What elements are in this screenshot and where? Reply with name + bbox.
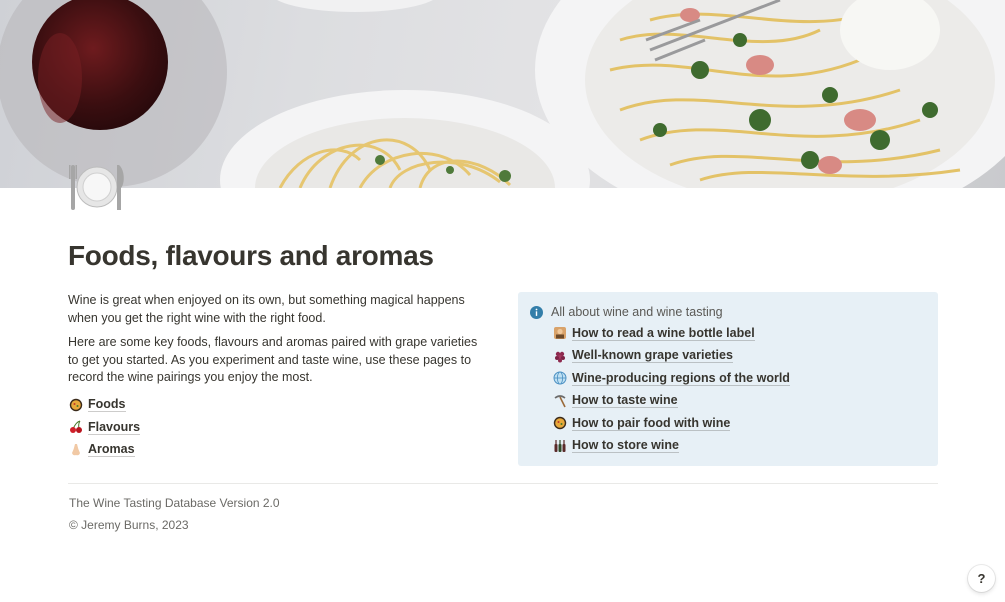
intro-section: Wine is great when enjoyed on its own, b… bbox=[68, 292, 488, 461]
link-label[interactable]: How to taste wine bbox=[572, 393, 678, 409]
info-icon bbox=[530, 305, 543, 319]
link-taste-wine[interactable]: How to taste wine bbox=[552, 390, 926, 413]
link-label[interactable]: Well-known grape varieties bbox=[572, 348, 733, 364]
fork-knife-plate-icon[interactable] bbox=[67, 160, 127, 212]
footer-version: The Wine Tasting Database Version 2.0 bbox=[69, 496, 280, 510]
paella-pan-icon bbox=[68, 397, 83, 412]
link-grape-varieties[interactable]: Well-known grape varieties bbox=[552, 345, 926, 368]
paella-pan-icon bbox=[552, 416, 567, 431]
intro-paragraph-2: Here are some key foods, flavours and ar… bbox=[68, 335, 478, 384]
callout-box: All about wine and wine tasting How to r… bbox=[518, 292, 938, 466]
help-button[interactable]: ? bbox=[968, 565, 995, 592]
link-label[interactable]: Foods bbox=[88, 397, 126, 413]
link-read-label[interactable]: How to read a wine bottle label bbox=[552, 322, 926, 345]
link-pair-food[interactable]: How to pair food with wine bbox=[552, 412, 926, 435]
link-label[interactable]: How to read a wine bottle label bbox=[572, 326, 755, 341]
cherries-icon bbox=[68, 420, 83, 435]
link-store-wine[interactable]: How to store wine bbox=[552, 435, 926, 458]
cover-image bbox=[0, 0, 1005, 188]
footer: The Wine Tasting Database Version 2.0 © … bbox=[69, 492, 280, 536]
callout-heading-text: All about wine and wine tasting bbox=[551, 305, 723, 319]
link-flavours[interactable]: Flavours bbox=[68, 416, 488, 439]
page-title: Foods, flavours and aromas bbox=[68, 240, 434, 271]
link-label[interactable]: Wine-producing regions of the world bbox=[572, 371, 790, 386]
link-label[interactable]: Aromas bbox=[88, 442, 135, 458]
divider bbox=[68, 483, 938, 484]
person-reading-icon bbox=[552, 326, 567, 341]
grapes-icon bbox=[552, 348, 567, 363]
callout-heading: All about wine and wine tasting bbox=[530, 304, 926, 320]
link-wine-regions[interactable]: Wine-producing regions of the world bbox=[552, 367, 926, 390]
callout-links: How to read a wine bottle label Well-kno… bbox=[552, 322, 926, 457]
wine-bottles-icon bbox=[552, 438, 567, 453]
link-label[interactable]: Flavours bbox=[88, 420, 141, 435]
link-aromas[interactable]: Aromas bbox=[68, 439, 488, 462]
pick-icon bbox=[552, 393, 567, 408]
globe-icon bbox=[552, 371, 567, 386]
intro-paragraph-1: Wine is great when enjoyed on its own, b… bbox=[68, 293, 465, 325]
link-label[interactable]: How to pair food with wine bbox=[572, 416, 731, 431]
nose-icon bbox=[68, 442, 83, 457]
link-foods[interactable]: Foods bbox=[68, 394, 488, 417]
link-label[interactable]: How to store wine bbox=[572, 438, 679, 454]
footer-copyright: © Jeremy Burns, 2023 bbox=[69, 518, 189, 532]
